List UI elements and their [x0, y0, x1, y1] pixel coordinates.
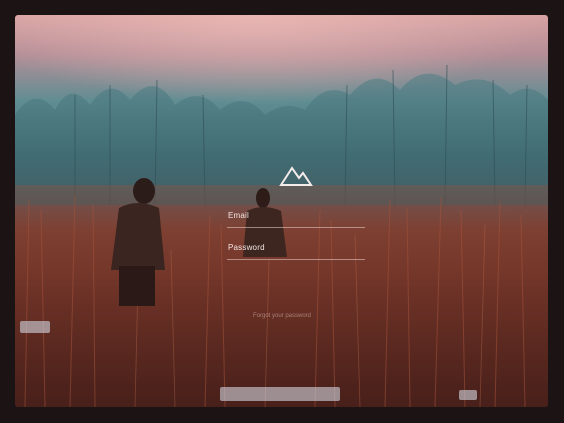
snow-patch — [220, 387, 340, 401]
login-screen: Email Password Forgot your password — [15, 15, 548, 407]
forgot-password-link[interactable]: Forgot your password — [200, 313, 364, 319]
mountain-icon — [279, 166, 313, 186]
email-field-label: Email — [228, 211, 250, 220]
email-field[interactable]: Email — [227, 211, 365, 228]
snow-patch — [459, 390, 477, 400]
password-field[interactable]: Password — [227, 243, 365, 260]
person-left — [111, 178, 165, 306]
password-field-label: Password — [228, 243, 265, 252]
snow-patch — [20, 321, 50, 333]
